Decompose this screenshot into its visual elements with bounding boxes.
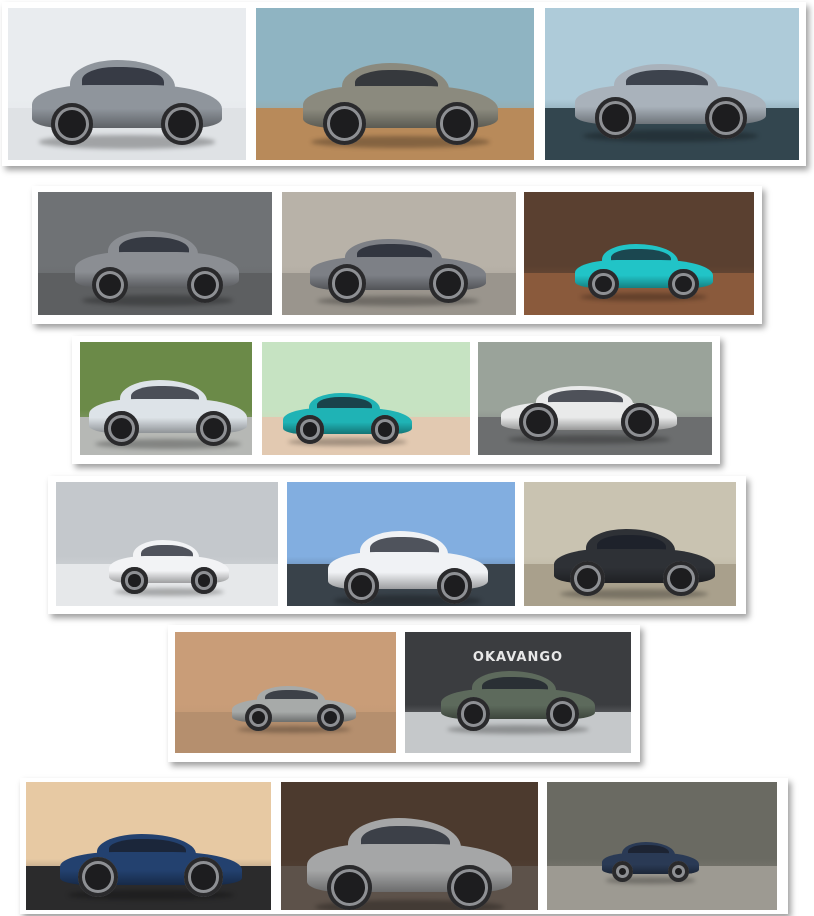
wheel-icon [121,567,148,594]
car-photo-smart-ev-light-studio [56,482,278,606]
car-photo-mercedes-eqa-garage [38,192,272,315]
car-photo-hyundai-ioniq5-warm-wall [175,632,396,753]
car-illustration [282,387,412,446]
car-illustration [501,379,677,444]
car-illustration [109,534,230,596]
wheel-icon [446,864,492,910]
wheel-icon [370,415,399,444]
wheel-icon [186,266,223,303]
car-illustration [310,231,486,306]
car-illustration [60,827,242,901]
car-illustration [303,54,498,149]
car-photo-suv-offroad-dust [524,482,736,606]
wheel-icon [588,268,619,300]
car-photo-mercedes-eqb-showroom [282,192,516,315]
wheel-icon [611,860,634,882]
wheel-icon [663,560,699,597]
car-illustration [602,837,699,884]
wheel-icon [343,568,380,604]
car-illustration [575,55,766,143]
car-illustration [574,238,713,302]
wheel-icon [667,860,690,882]
car-illustration [75,223,240,306]
car-photo-land-rover-discovery-dunes [256,8,534,160]
car-photo-jaguar-e-pace-mountains [545,8,799,160]
wheel-icon [316,704,344,732]
wheel-icon [668,268,699,300]
car-illustration [232,680,357,734]
car-photo-hyundai-kona-illustrated [262,342,470,455]
car-photo-volvo-suv-driveway [547,782,777,910]
wheel-icon [50,102,93,145]
car-photo-ford-e-transit-city [287,482,515,606]
car-photo-bmw-i4-city [478,342,712,455]
wheel-icon [436,568,472,604]
wheel-icon [190,567,218,594]
wheel-icon [620,402,660,442]
wheel-icon [322,102,366,145]
wheel-icon [435,102,479,145]
car-illustration [88,373,247,449]
car-photo-skoda-okavango-dark-wall: OKAVANGO [405,632,631,753]
wheel-icon [161,102,204,145]
car-illustration [441,665,595,734]
wheel-icon [327,264,367,303]
wheel-icon [569,560,606,597]
wheel-icon [518,402,558,442]
car-illustration [31,51,223,149]
car-photo-bmw-330e-sunset [26,782,271,910]
car-photo-bmw-ix-warehouse [281,782,538,910]
car-illustration [328,523,488,606]
wheel-icon [295,415,325,444]
wheel-icon [705,96,747,139]
car-illustration [306,808,513,910]
wheel-icon [429,264,469,303]
wheel-icon [104,411,140,446]
wheel-icon [196,411,232,446]
car-photo-hyundai-kona-street [524,192,754,315]
car-illustration [553,522,715,600]
wheel-icon [91,266,128,303]
car-photo-jaguar-f-pace-studio [8,8,246,160]
car-photo-mini-electric-park [80,342,252,455]
wheel-icon [594,96,637,139]
okavango-sign: OKAVANGO [472,650,564,665]
